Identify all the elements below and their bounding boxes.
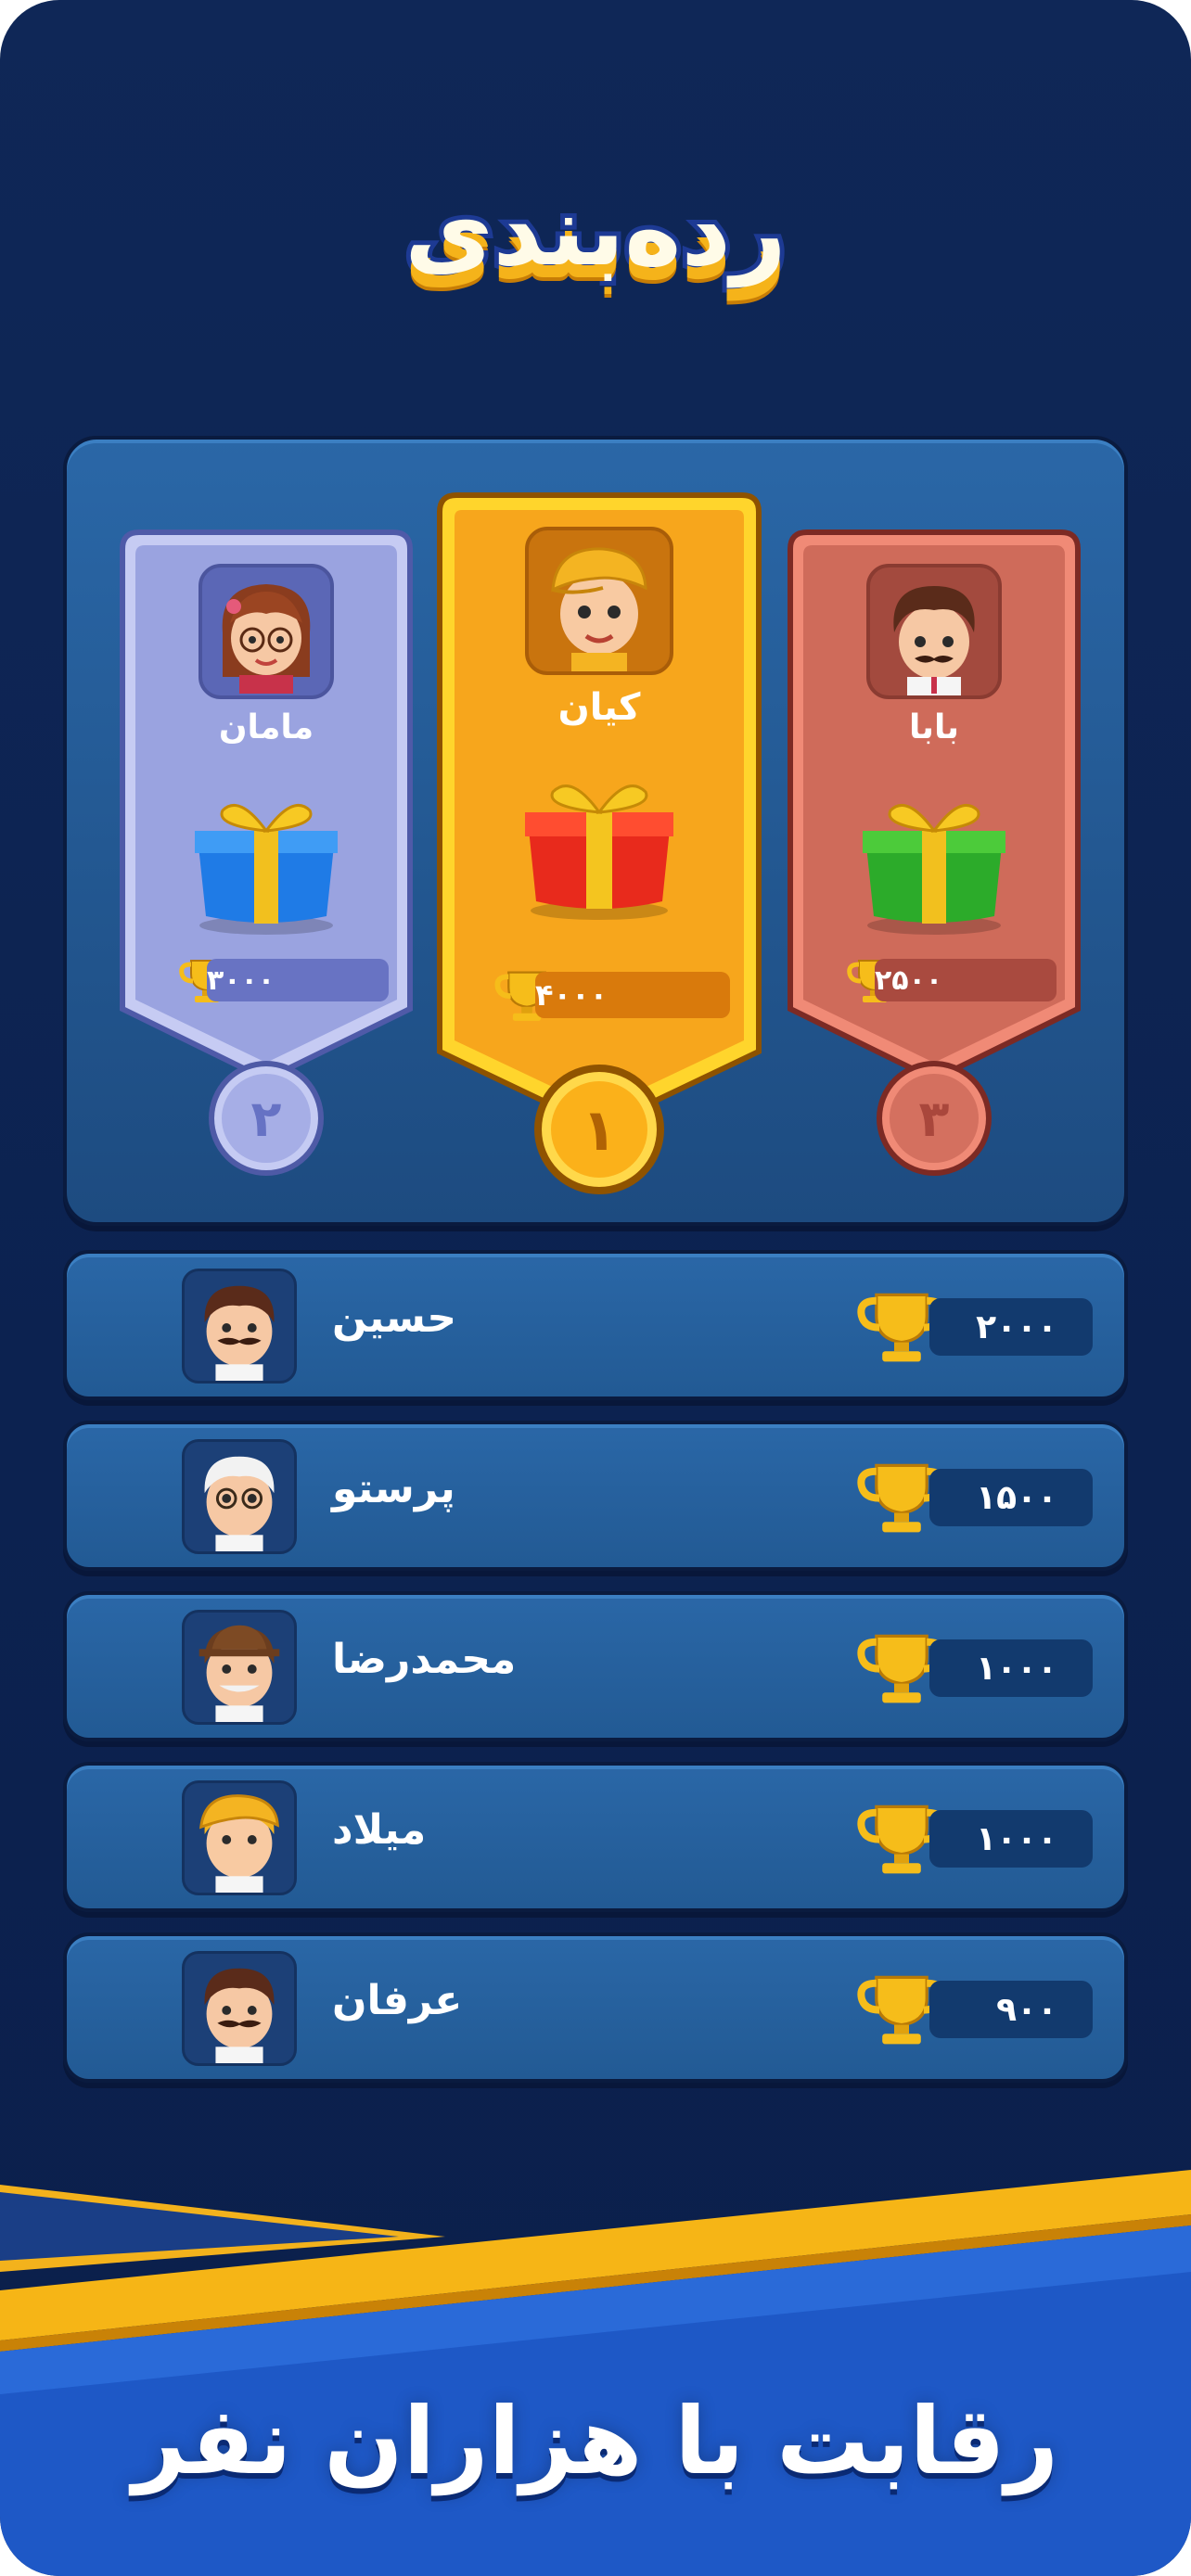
avatar: [182, 1269, 297, 1384]
gift-icon: [525, 784, 673, 920]
avatar: [866, 564, 1002, 699]
podium-name: بابا: [908, 708, 960, 746]
podium-name: مامان: [218, 708, 314, 746]
avatar: [182, 1951, 297, 2066]
avatar: [182, 1780, 297, 1895]
leaderboard-row[interactable]: ۴ حسین ۲۰۰۰: [63, 1250, 1128, 1400]
score-pill: ۲۰۰۰: [929, 1298, 1093, 1356]
podium-card-first[interactable]: کیان ۴۰۰۰ ۱: [434, 490, 764, 1209]
player-score: ۱۰۰۰: [976, 1819, 1057, 1858]
avatar: [198, 564, 334, 699]
avatar: [182, 1439, 297, 1554]
podium-panel: مامان ۳۰۰۰ ۲ کیان ۴۰۰۰ ۱ بابا ۲۵۰۰ ۳: [63, 436, 1128, 1226]
rank-badge: ۳: [877, 1061, 992, 1176]
leaderboard-row[interactable]: ۷ میلاد ۱۰۰۰: [63, 1762, 1128, 1912]
podium-card-third[interactable]: بابا ۲۵۰۰ ۳: [785, 527, 1083, 1176]
podium-score: ۴۰۰۰: [535, 972, 730, 1018]
player-name: پرستو: [332, 1465, 455, 1512]
podium-card-second[interactable]: مامان ۳۰۰۰ ۲: [117, 527, 416, 1176]
player-score: ۱۰۰۰: [976, 1649, 1057, 1688]
leaderboard-row[interactable]: ۶ محمدرضا ۱۰۰۰: [63, 1591, 1128, 1741]
leaderboard-row[interactable]: ۵ پرستو ۱۵۰۰: [63, 1421, 1128, 1571]
gift-icon: [195, 803, 338, 935]
leaderboard-row[interactable]: ۸ عرفان ۹۰۰: [63, 1932, 1128, 2083]
avatar: [525, 527, 673, 675]
podium-name: کیان: [557, 686, 641, 729]
rank-badge: ۱: [534, 1065, 664, 1194]
player-name: حسین: [332, 1294, 457, 1342]
player-score: ۹۰۰: [996, 1990, 1057, 2029]
slogan-text: رقابت با هزاران نفر: [132, 2387, 1059, 2495]
bottom-banner: [0, 2170, 1191, 2576]
score-pill: ۱۵۰۰: [929, 1469, 1093, 1526]
player-name: میلاد: [332, 1806, 427, 1854]
app-screen: رده‌بندی مامان: [0, 0, 1191, 2576]
player-score: ۱۵۰۰: [976, 1478, 1057, 1517]
podium-score: ۳۰۰۰: [207, 959, 389, 1001]
avatar: [182, 1610, 297, 1725]
player-name: عرفان: [332, 1977, 463, 2024]
podium-score: ۲۵۰۰: [875, 959, 1057, 1001]
score-pill: ۹۰۰: [929, 1981, 1093, 2038]
page-title: رده‌بندی: [400, 170, 789, 292]
score-pill: ۱۰۰۰: [929, 1639, 1093, 1697]
player-score: ۲۰۰۰: [976, 1307, 1057, 1346]
gift-icon: [863, 803, 1005, 935]
score-pill: ۱۰۰۰: [929, 1810, 1093, 1868]
player-name: محمدرضا: [332, 1636, 517, 1683]
rank-badge: ۲: [209, 1061, 324, 1176]
